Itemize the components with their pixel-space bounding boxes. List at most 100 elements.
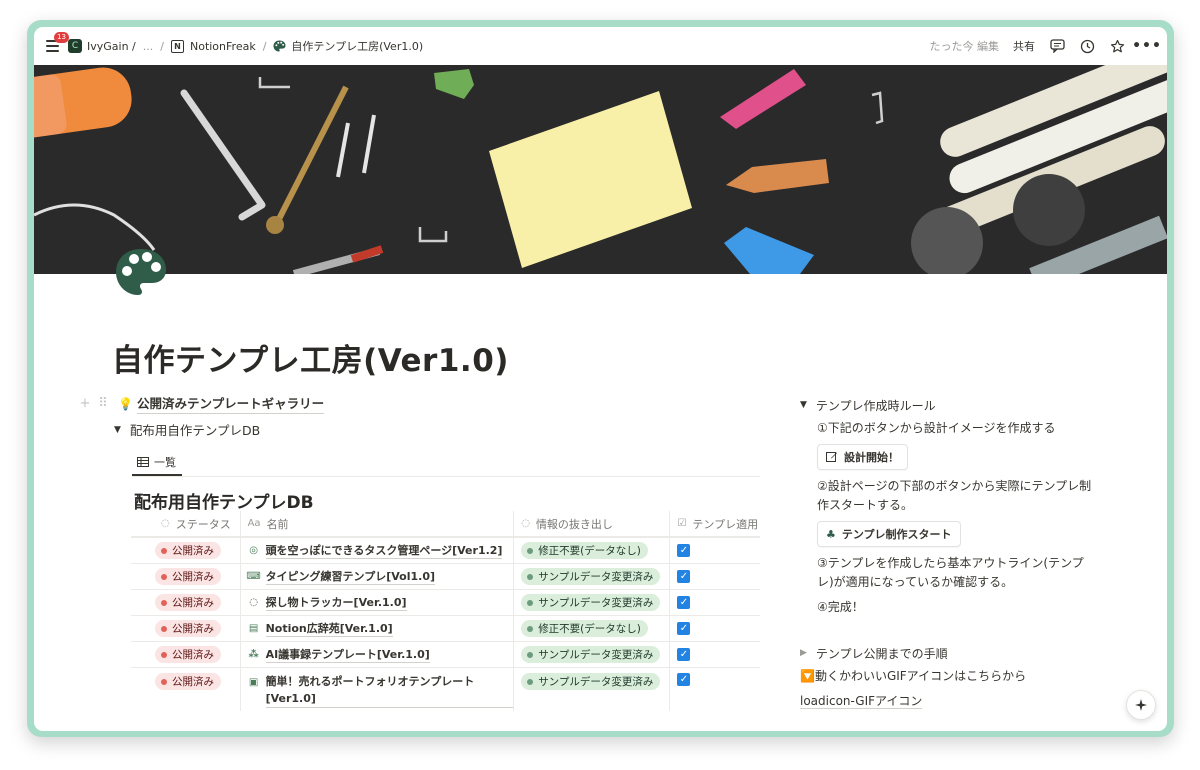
db-toggle-label: 配布用自作テンプレDB — [129, 423, 261, 438]
more-options-icon[interactable]: ••• — [1132, 38, 1161, 54]
share-button[interactable]: 共有 — [1013, 38, 1035, 54]
status-badge[interactable]: 公開済み — [155, 542, 221, 559]
column-template-applied[interactable]: ☑ テンプレ適用 — [670, 511, 760, 536]
info-badge[interactable]: 修正不要(データなし) — [521, 542, 648, 559]
dashed-circle-icon: ◌ — [249, 597, 258, 608]
row-title[interactable]: 頭を空っぽにできるタスク管理ページ[Ver1.2] — [265, 542, 503, 559]
info-badge[interactable]: サンプルデータ変更済み — [521, 673, 661, 690]
top-bar: 13 C IvyGain / ... / N NotionFreak / 自作テ… — [34, 27, 1167, 65]
database-title[interactable]: 配布用自作テンプレDB — [134, 488, 314, 513]
status-badge[interactable]: 公開済み — [155, 620, 221, 637]
table-row[interactable]: 公開済み ◌ 探し物トラッカー[Ver.1.0] サンプルデータ変更済み ✓ — [131, 589, 760, 615]
page-palette-icon[interactable] — [114, 247, 168, 297]
row-title[interactable]: AI議事録テンプレート[Ver.1.0] — [265, 646, 430, 663]
gallery-link-row: + ⠿ 💡 公開済みテンプレートギャラリー — [76, 393, 325, 414]
page-title[interactable]: 自作テンプレ工房(Ver1.0) — [112, 335, 509, 380]
tree-icon: ♣ — [826, 527, 836, 541]
drag-handle-icon[interactable]: ⠿ — [94, 396, 112, 411]
keyboard-icon: ⌨ — [246, 571, 261, 582]
rules-toggle[interactable]: ▼ テンプレ作成時ルール — [800, 393, 1100, 417]
top-actions: たった今 編集 共有 ••• — [929, 38, 1161, 54]
publish-toggle[interactable]: ▶ テンプレ公開までの手順 — [800, 641, 1100, 665]
meeting-icon: ⁂ — [248, 649, 259, 660]
gallery-page-link[interactable]: 公開済みテンプレートギャラリー — [136, 393, 325, 414]
status-property-icon: ◌ — [161, 518, 170, 529]
favorite-star-icon[interactable] — [1109, 38, 1125, 54]
info-badge[interactable]: サンプルデータ変更済み — [521, 594, 661, 611]
notion-logo-icon: N — [170, 39, 184, 53]
notion-window: 13 C IvyGain / ... / N NotionFreak / 自作テ… — [34, 27, 1167, 731]
rules-toggle-label: テンプレ作成時ルール — [815, 398, 936, 413]
template-checkbox[interactable]: ✓ — [677, 596, 691, 609]
column-info[interactable]: ◌ 情報の抜き出し — [514, 511, 671, 536]
notification-badge: 13 — [54, 32, 69, 43]
info-badge[interactable]: サンプルデータ変更済み — [521, 646, 661, 663]
table-row[interactable]: 公開済み ⁂ AI議事録テンプレート[Ver.1.0] サンプルデータ変更済み ✓ — [131, 641, 760, 667]
column-status[interactable]: ◌ ステータス — [131, 511, 241, 536]
breadcrumb-page[interactable]: 自作テンプレ工房(Ver1.0) — [291, 38, 423, 54]
breadcrumb-ellipsis[interactable]: ... — [143, 40, 154, 53]
right-column: ▼ テンプレ作成時ルール ①下記のボタンから設計イメージを作成する 設計開始！ … — [800, 393, 1100, 711]
comment-icon[interactable] — [1049, 38, 1065, 54]
ai-assistant-button[interactable] — [1126, 690, 1156, 720]
design-start-button[interactable]: 設計開始！ — [817, 444, 908, 470]
status-badge[interactable]: 公開済み — [155, 673, 221, 690]
view-tab-list[interactable]: 一覧 — [132, 449, 182, 476]
workspace-icon: C — [68, 39, 82, 53]
window-frame: 13 C IvyGain / ... / N NotionFreak / 自作テ… — [27, 20, 1174, 737]
sparkle-icon — [1135, 699, 1147, 711]
info-badge[interactable]: 修正不要(データなし) — [521, 620, 648, 637]
table-row[interactable]: 公開済み ▣ 簡単！売れるポートフォリオテンプレート[Ver1.0] サンプルデー… — [131, 667, 760, 711]
status-badge[interactable]: 公開済み — [155, 646, 221, 663]
database-table: ◌ ステータス Aa 名前 ◌ 情報の抜き出し ☑ テンプレ適用 公開済み ◎ 頭を空っぽ… — [131, 511, 760, 711]
row-title[interactable]: 簡単！売れるポートフォリオテンプレート[Ver1.0] — [265, 673, 514, 708]
column-name[interactable]: Aa 名前 — [241, 511, 515, 536]
template-checkbox[interactable]: ✓ — [677, 648, 691, 661]
template-checkbox[interactable]: ✓ — [677, 544, 691, 557]
template-checkbox[interactable]: ✓ — [677, 673, 691, 686]
rule-step-4: ④完成！ — [817, 600, 864, 614]
target-icon: ◎ — [249, 545, 258, 556]
toggle-open-icon[interactable]: ▼ — [114, 425, 121, 435]
sidebar-menu-icon[interactable]: 13 — [46, 32, 69, 53]
cover-image — [34, 65, 1167, 274]
view-tab-label: 一覧 — [154, 455, 176, 469]
info-badge[interactable]: サンプルデータ変更済み — [521, 568, 661, 585]
tab-divider — [132, 476, 760, 477]
row-title[interactable]: タイピング練習テンプレ[Vol1.0] — [265, 568, 436, 585]
breadcrumb-workspace[interactable]: IvyGain / — [87, 40, 136, 53]
row-title[interactable]: 探し物トラッカー[Ver.1.0] — [265, 594, 407, 611]
table-row[interactable]: 公開済み ⌨ タイピング練習テンプレ[Vol1.0] サンプルデータ変更済み ✓ — [131, 563, 760, 589]
table-row[interactable]: 公開済み ▤ Notion広辞苑[Ver.1.0] 修正不要(データなし) ✓ — [131, 615, 760, 641]
status-property-icon: ◌ — [521, 518, 530, 529]
status-badge[interactable]: 公開済み — [155, 568, 221, 585]
rule-step-1: ①下記のボタンから設計イメージを作成する — [817, 421, 1056, 435]
edited-status: たった今 編集 — [929, 40, 1000, 53]
row-title[interactable]: Notion広辞苑[Ver.1.0] — [265, 620, 393, 637]
toggle-open-icon[interactable]: ▼ — [800, 400, 807, 410]
table-header: ◌ ステータス Aa 名前 ◌ 情報の抜き出し ☑ テンプレ適用 — [131, 511, 760, 537]
edit-icon — [826, 452, 837, 462]
table-view-icon — [137, 456, 149, 467]
db-toggle[interactable]: ▼ 配布用自作テンプレDB — [114, 420, 260, 439]
id-card-icon: ▣ — [248, 676, 259, 688]
template-checkbox[interactable]: ✓ — [677, 622, 691, 635]
title-property-icon: Aa — [247, 518, 261, 529]
history-clock-icon[interactable] — [1079, 38, 1095, 54]
publish-toggle-label: テンプレ公開までの手順 — [815, 646, 948, 661]
template-start-button[interactable]: ♣ テンプレ制作スタート — [817, 521, 961, 547]
book-icon: ▤ — [248, 623, 259, 634]
table-row[interactable]: 公開済み ◎ 頭を空っぽにできるタスク管理ページ[Ver1.2] 修正不要(データ… — [131, 537, 760, 563]
palette-icon — [273, 40, 286, 52]
add-block-icon[interactable]: + — [76, 396, 94, 411]
checkbox-property-icon: ☑ — [677, 518, 687, 529]
toggle-closed-icon[interactable]: ▶ — [800, 648, 807, 658]
breadcrumb-teamspace[interactable]: NotionFreak — [190, 40, 256, 53]
template-checkbox[interactable]: ✓ — [677, 570, 691, 583]
gif-link[interactable]: loadicon-GIFアイコン — [800, 694, 923, 709]
breadcrumb: C IvyGain / ... / N NotionFreak / 自作テンプレ… — [68, 38, 423, 54]
status-badge[interactable]: 公開済み — [155, 594, 221, 611]
lightbulb-icon: 💡 — [118, 396, 133, 411]
gif-line: 🔽動くかわいいGIFアイコンはこちらから — [800, 669, 1027, 683]
rule-step-3: ③テンプレを作成したら基本アウトライン(テンプレ)が適用になっているか確認する。 — [817, 556, 1084, 589]
